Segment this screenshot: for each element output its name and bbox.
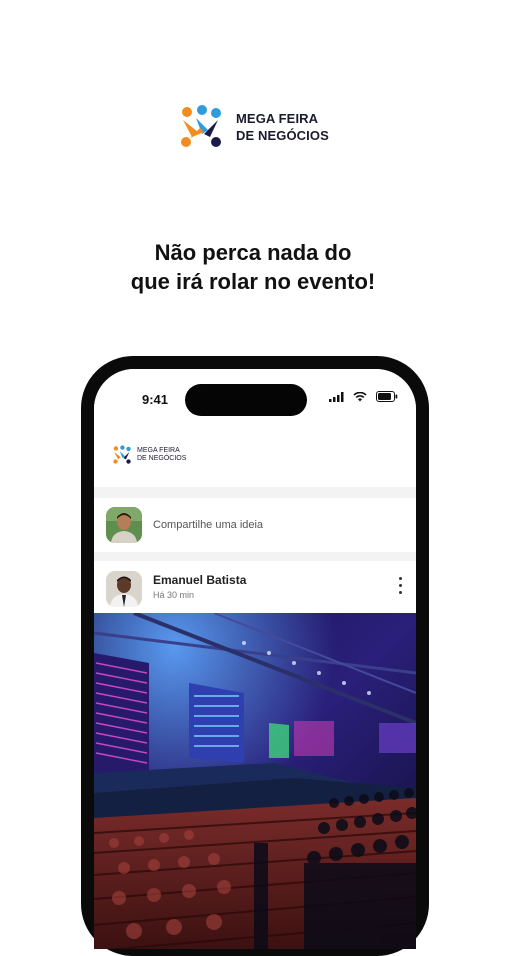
brand-name: MEGA FEIRA DE NEGÓCIOS xyxy=(236,110,329,144)
post-author[interactable]: Emanuel Batista xyxy=(153,573,246,587)
app-logo[interactable]: MEGA FEIRA DE NEGÓCIOS xyxy=(112,445,186,465)
headline: Não perca nada do que irá rolar no event… xyxy=(0,238,506,296)
brand-logo: MEGA FEIRA DE NEGÓCIOS xyxy=(178,104,329,150)
composer-placeholder[interactable]: Compartilhe uma ideia xyxy=(153,519,263,531)
phone-screen: 9:41 MEGA FEIRA DE NEGÓCIOS Compartilhe … xyxy=(94,369,416,949)
brand-name-line1: MEGA FEIRA xyxy=(236,111,319,126)
battery-icon xyxy=(376,391,398,402)
post-time: Há 30 min xyxy=(153,590,195,600)
post-image[interactable] xyxy=(94,613,416,949)
app-logo-icon xyxy=(113,445,131,464)
app-logo-line1: MEGA FEIRA xyxy=(137,447,180,454)
app-header: MEGA FEIRA DE NEGÓCIOS xyxy=(94,425,416,487)
app-logo-text: MEGA FEIRA DE NEGÓCIOS xyxy=(137,447,186,463)
phone-mockup: 9:41 MEGA FEIRA DE NEGÓCIOS Compartilhe … xyxy=(81,356,429,956)
status-bar: 9:41 xyxy=(94,369,416,425)
brand-name-line2: DE NEGÓCIOS xyxy=(236,128,329,143)
feed-post: Emanuel Batista Há 30 min xyxy=(94,561,416,949)
app-logo-line2: DE NEGÓCIOS xyxy=(137,455,187,462)
dynamic-island xyxy=(185,384,307,416)
status-icons xyxy=(329,391,398,402)
status-time: 9:41 xyxy=(142,392,169,407)
headline-line2: que irá rolar no evento! xyxy=(130,269,376,294)
more-vertical-icon[interactable] xyxy=(394,577,406,599)
post-composer[interactable]: Compartilhe uma ideia xyxy=(94,498,416,552)
headline-line1: Não perca nada do xyxy=(154,240,352,265)
author-avatar[interactable] xyxy=(106,571,142,607)
user-avatar xyxy=(106,507,142,543)
brand-logo-icon xyxy=(181,105,221,147)
signal-icon xyxy=(329,391,344,402)
wifi-icon xyxy=(353,391,367,401)
